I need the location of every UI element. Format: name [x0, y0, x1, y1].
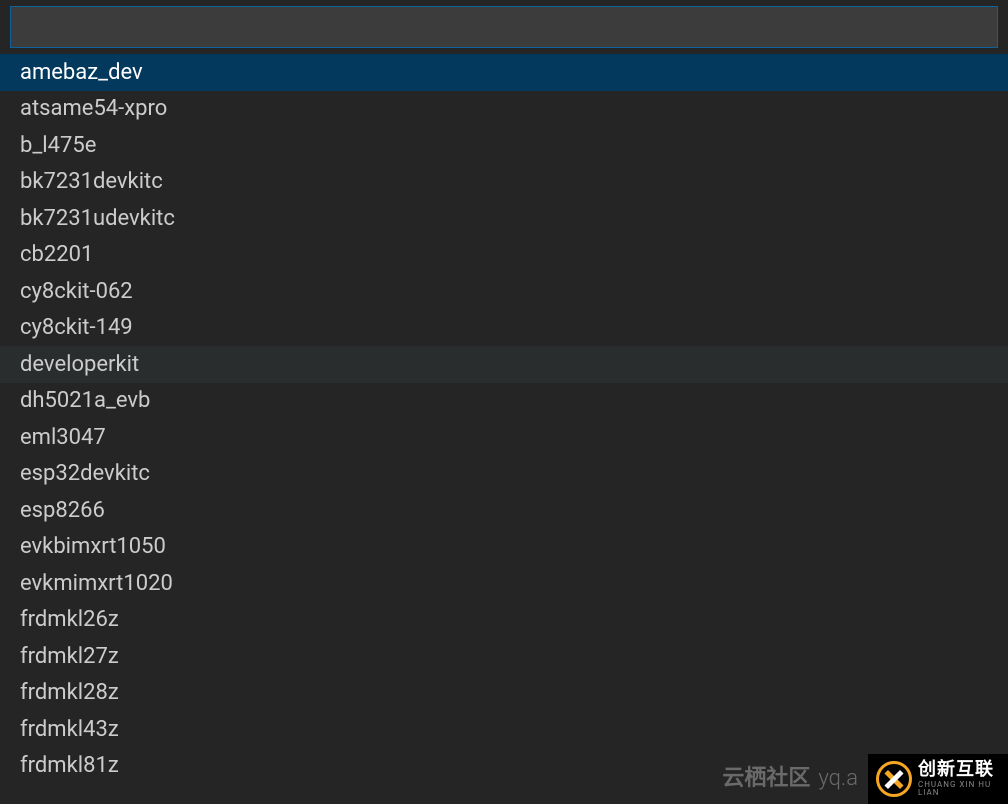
- list-item[interactable]: frdmkl26z: [0, 602, 1008, 639]
- list-item[interactable]: amebaz_dev: [0, 54, 1008, 91]
- list-item[interactable]: evkmimxrt1020: [0, 565, 1008, 602]
- search-wrapper: [0, 0, 1008, 54]
- list-item[interactable]: frdmkl81z: [0, 748, 1008, 785]
- logo-icon: [876, 761, 912, 797]
- list-item[interactable]: bk7231udevkitc: [0, 200, 1008, 237]
- list-item[interactable]: developerkit: [0, 346, 1008, 383]
- logo-text: 创新互联 CHUANG XIN HU LIAN: [918, 761, 1000, 797]
- search-input[interactable]: [10, 6, 998, 48]
- list-item[interactable]: frdmkl28z: [0, 675, 1008, 712]
- list-item[interactable]: dh5021a_evb: [0, 383, 1008, 420]
- list-item[interactable]: atsame54-xpro: [0, 91, 1008, 128]
- list-item[interactable]: esp8266: [0, 492, 1008, 529]
- logo-text-main: 创新互联: [918, 761, 1000, 779]
- list-item[interactable]: frdmkl27z: [0, 638, 1008, 675]
- list-item[interactable]: cb2201: [0, 237, 1008, 274]
- list-item[interactable]: evkbimxrt1050: [0, 529, 1008, 566]
- list-container[interactable]: amebaz_devatsame54-xprob_l475ebk7231devk…: [0, 54, 1008, 804]
- list-item[interactable]: cy8ckit-149: [0, 310, 1008, 347]
- logo-badge: 创新互联 CHUANG XIN HU LIAN: [868, 754, 1008, 804]
- list-item[interactable]: eml3047: [0, 419, 1008, 456]
- list-item[interactable]: frdmkl43z: [0, 711, 1008, 748]
- list-item[interactable]: b_l475e: [0, 127, 1008, 164]
- list-item[interactable]: cy8ckit-062: [0, 273, 1008, 310]
- logo-text-sub: CHUANG XIN HU LIAN: [918, 781, 1000, 797]
- quickpick-dropdown: amebaz_devatsame54-xprob_l475ebk7231devk…: [0, 0, 1008, 804]
- list-item[interactable]: esp32devkitc: [0, 456, 1008, 493]
- list-item[interactable]: bk7231devkitc: [0, 164, 1008, 201]
